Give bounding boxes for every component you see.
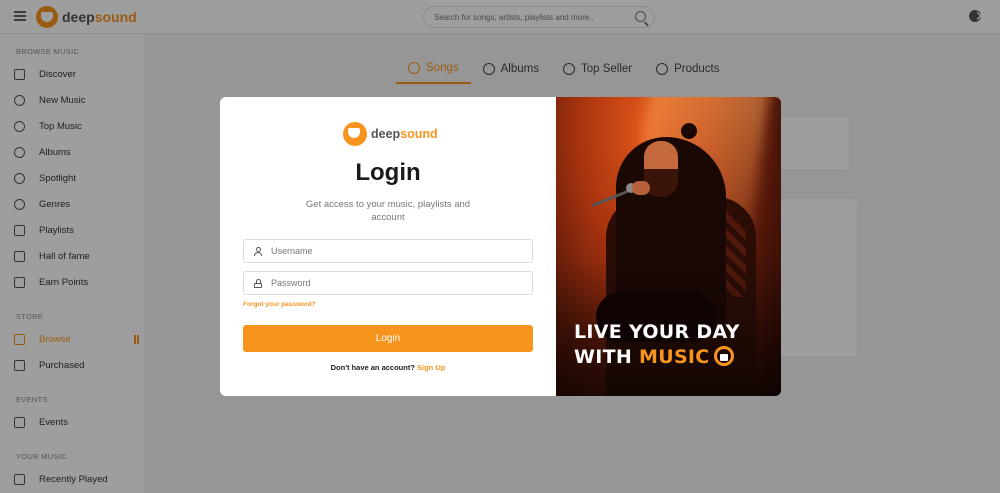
login-button[interactable]: Login [243,325,533,352]
signup-prompt: Don't have an account? Sign Up [220,363,556,372]
username-input[interactable] [271,241,521,261]
username-field[interactable] [243,239,533,263]
slogan-with: WITH [574,346,633,368]
brand-sound: sound [400,127,438,141]
headphones-logo-icon [343,122,367,146]
password-input[interactable] [271,273,521,293]
login-modal: deepsound Login Get access to your music… [220,97,781,396]
slogan-line-1: LIVE YOUR DAY [574,321,740,343]
slogan-line-2: WITH MUSIC [574,345,740,370]
login-subtitle: Get access to your music, playlists and … [305,199,471,223]
forgot-password-link[interactable]: Forgot your password? [243,301,316,308]
no-account-text: Don't have an account? [330,363,415,372]
login-title: Login [355,159,421,186]
user-icon [254,246,262,256]
password-field[interactable] [243,271,533,295]
promo-image: LIVE YOUR DAY WITH MUSIC [556,97,781,396]
signup-link[interactable]: Sign Up [417,363,445,372]
promo-slogan: LIVE YOUR DAY WITH MUSIC [574,320,740,370]
login-form-panel: deepsound Login Get access to your music… [220,97,556,396]
slogan-music: MUSIC [639,346,710,368]
lock-icon [254,278,262,288]
modal-logo: deepsound [343,122,438,146]
brand-deep: deep [371,127,401,141]
headphones-icon [713,346,734,366]
